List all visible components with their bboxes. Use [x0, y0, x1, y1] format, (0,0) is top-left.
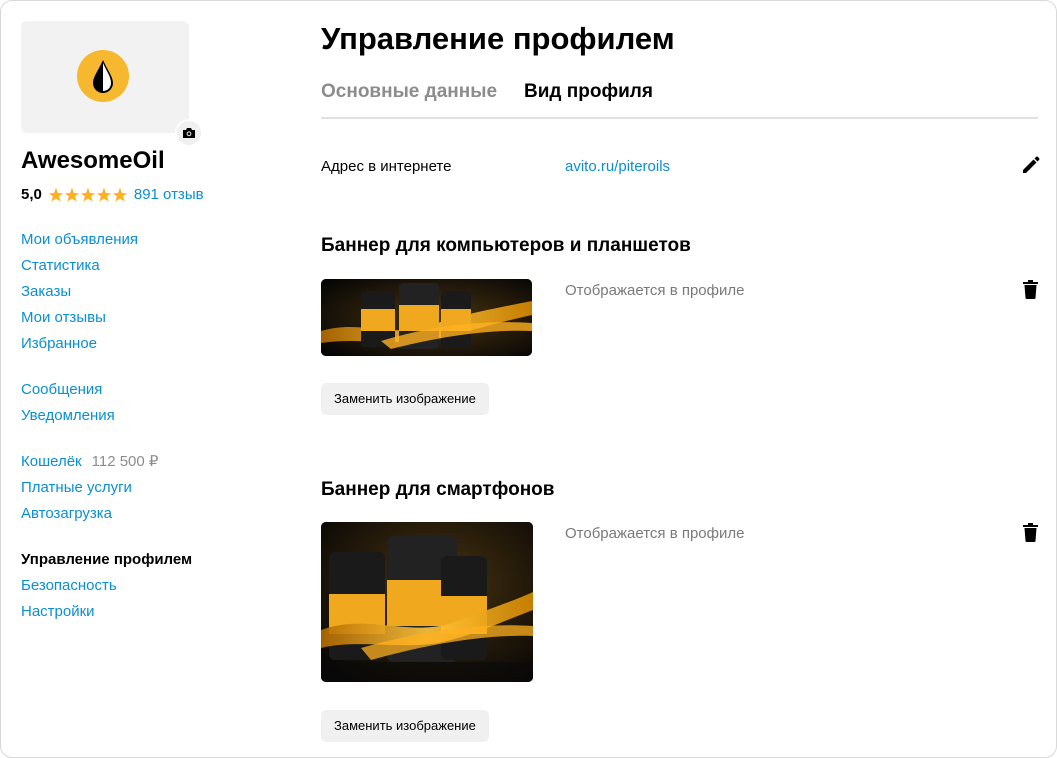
replace-desktop-banner-button[interactable]: Заменить изображение: [321, 383, 489, 415]
nav-group-profile: Управление профилем Безопасность Настрой…: [21, 547, 192, 625]
rating-row: 5,0 891 отзыв: [21, 186, 204, 203]
nav-group-messages: Сообщения Уведомления: [21, 377, 115, 429]
shop-name: AwesomeOil: [21, 147, 165, 174]
desktop-banner-title: Баннер для компьютеров и планшетов: [321, 235, 691, 256]
star-icon: [112, 187, 127, 201]
nav-notifications[interactable]: Уведомления: [21, 403, 115, 429]
nav-settings[interactable]: Настройки: [21, 599, 192, 625]
page-title: Управление профилем: [321, 21, 675, 56]
edit-pencil-icon[interactable]: [1021, 156, 1040, 175]
trash-icon[interactable]: [1022, 523, 1039, 542]
wallet-amount: 112 500 ₽: [91, 453, 159, 470]
nav-security[interactable]: Безопасность: [21, 573, 192, 599]
nav-my-reviews[interactable]: Мои отзывы: [21, 305, 138, 331]
rating-value: 5,0: [21, 186, 42, 203]
nav-orders[interactable]: Заказы: [21, 279, 138, 305]
shop-avatar[interactable]: [21, 21, 189, 133]
star-icon: [64, 187, 79, 201]
trash-icon[interactable]: [1022, 280, 1039, 299]
reviews-link[interactable]: 891 отзыв: [134, 186, 204, 203]
star-icon: [48, 187, 63, 201]
nav-paid-services[interactable]: Платные услуги: [21, 475, 158, 501]
nav-statistics[interactable]: Статистика: [21, 253, 138, 279]
nav-messages[interactable]: Сообщения: [21, 377, 115, 403]
nav-autoload[interactable]: Автозагрузка: [21, 501, 158, 527]
nav-my-ads[interactable]: Мои объявления: [21, 227, 138, 253]
camera-icon: [183, 128, 195, 138]
oil-drop-logo: [77, 50, 129, 102]
desktop-banner-status: Отображается в профиле: [565, 282, 745, 299]
wallet-label: Кошелёк: [21, 453, 82, 470]
replace-mobile-banner-button[interactable]: Заменить изображение: [321, 710, 489, 742]
mobile-banner-title: Баннер для смартфонов: [321, 479, 555, 500]
mobile-banner-image: [321, 522, 533, 682]
mobile-banner-status: Отображается в профиле: [565, 525, 745, 542]
nav-favorites[interactable]: Избранное: [21, 331, 138, 357]
change-avatar-button[interactable]: [175, 119, 203, 147]
app-window: AwesomeOil 5,0 891 отзыв Мои объявления …: [0, 0, 1057, 758]
desktop-banner-image: [321, 279, 532, 356]
rating-stars: [48, 187, 128, 203]
nav-wallet[interactable]: Кошелёк 112 500 ₽: [21, 449, 158, 475]
tab-profile-view[interactable]: Вид профиля: [524, 81, 653, 103]
star-icon: [96, 187, 111, 201]
tab-basic-data[interactable]: Основные данные: [321, 81, 497, 103]
nav-group-wallet: Кошелёк 112 500 ₽ Платные услуги Автозагр…: [21, 449, 158, 527]
tabs-divider: [321, 117, 1038, 119]
star-icon: [80, 187, 95, 201]
address-link[interactable]: avito.ru/piteroils: [565, 158, 670, 175]
nav-profile-management[interactable]: Управление профилем: [21, 547, 192, 573]
nav-group-ads: Мои объявления Статистика Заказы Мои отз…: [21, 227, 138, 357]
address-label: Адрес в интернете: [321, 158, 452, 175]
profile-tabs: Основные данные Вид профиля: [321, 81, 680, 103]
